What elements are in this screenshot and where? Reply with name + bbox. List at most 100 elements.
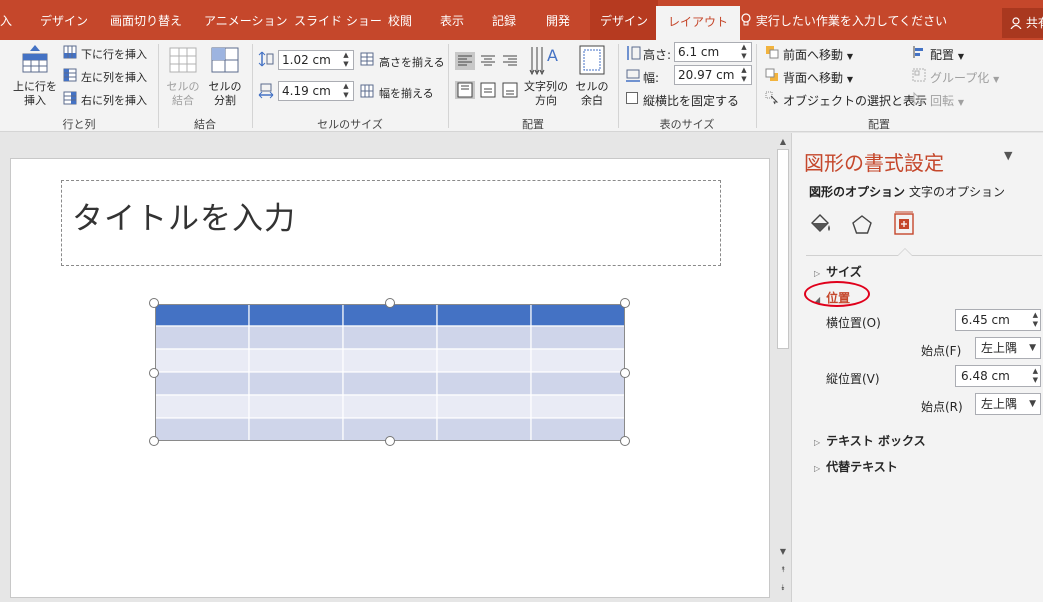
cell-margins-button[interactable]: セルの 余白 [572,80,612,108]
table-cell[interactable] [530,371,625,396]
scroll-up-icon[interactable]: ▲ [775,135,791,149]
align-top-icon[interactable] [455,81,475,102]
text-direction-icon[interactable]: A [528,44,562,79]
table-cell[interactable] [530,394,625,419]
table-height-input[interactable]: 6.1 cm ▲ ▼ [674,42,752,62]
paint-bucket-icon[interactable] [808,213,834,240]
from-select-horizontal[interactable]: 左上隅 ▼ [975,337,1041,359]
table-cell[interactable] [155,325,250,350]
table-cell[interactable] [342,325,438,350]
tab-table-design[interactable]: デザイン [590,0,659,40]
bring-forward-button[interactable]: 前面へ移動 ▼ [783,46,853,63]
insert-above-icon[interactable] [20,44,50,77]
distribute-rows-button[interactable]: 高さを揃える [379,54,445,70]
vertical-position-input[interactable]: 6.48 cm ▲ ▼ [955,365,1041,387]
spin-arrows-icon[interactable]: ▲ ▼ [739,66,749,84]
row-height-input[interactable]: 1.02 cm ▲ ▼ [278,50,354,70]
table-cell[interactable] [436,394,532,419]
tab-view[interactable]: 表示 [440,0,464,40]
tab-developer[interactable]: 開発 [546,0,570,40]
table-header-cell[interactable] [155,304,250,327]
table-cell[interactable] [342,371,438,396]
horizontal-position-input[interactable]: 6.45 cm ▲ ▼ [955,309,1041,331]
title-placeholder[interactable]: タイトルを入力 [61,180,721,266]
scroll-down-icon[interactable]: ▼ [775,545,791,559]
table-header-cell[interactable] [530,304,625,327]
merge-cells-button[interactable]: セルの 結合 [165,80,201,108]
table-cell[interactable] [530,348,625,373]
table-cell[interactable] [155,371,250,396]
tab-transitions[interactable]: 画面切り替え [110,0,182,40]
split-cells-button[interactable]: セルの 分割 [207,80,243,108]
table-cell[interactable] [436,371,532,396]
insert-left-button[interactable]: 左に列を挿入 [81,69,147,85]
size-properties-icon[interactable] [892,211,916,240]
selection-pane-button[interactable]: オブジェクトの選択と表示 [783,92,927,109]
tab-animations[interactable]: アニメーション [204,0,288,40]
resize-handle[interactable] [149,436,159,446]
col-width-input[interactable]: 4.19 cm ▲ ▼ [278,81,354,101]
distribute-cols-button[interactable]: 幅を揃える [379,85,434,101]
resize-handle[interactable] [149,298,159,308]
spin-arrows-icon[interactable]: ▲ ▼ [1033,367,1038,385]
insert-above-button[interactable]: 上に行を 挿入 [13,80,57,108]
prev-slide-icon[interactable]: ⯭ [775,563,791,577]
spin-arrows-icon[interactable]: ▲ ▼ [341,82,351,100]
align-center-icon[interactable] [478,52,498,73]
section-text-box[interactable]: ▷ テキスト ボックス [814,432,926,449]
table-cell[interactable] [342,348,438,373]
tab-text-options[interactable]: 文字のオプション [909,183,1005,200]
table-cell[interactable] [155,348,250,373]
tab-slideshow[interactable]: スライド ショー [294,0,382,40]
slide-table[interactable] [155,304,625,441]
table-cell[interactable] [436,348,532,373]
table-cell[interactable] [342,394,438,419]
tab-record[interactable]: 記録 [492,0,516,40]
table-cell[interactable] [155,394,250,419]
group-button[interactable]: グループ化 ▼ [930,69,999,86]
merge-cells-icon[interactable] [168,46,198,77]
spin-arrows-icon[interactable]: ▲ ▼ [1033,311,1038,329]
table-cell[interactable] [248,371,344,396]
tab-design[interactable]: デザイン [40,0,88,40]
table-cell[interactable] [530,325,625,350]
resize-handle[interactable] [149,368,159,378]
send-backward-button[interactable]: 背面へ移動 ▼ [783,69,853,86]
table-header-cell[interactable] [248,304,344,327]
table-cell[interactable] [436,325,532,350]
tab-shape-options[interactable]: 図形のオプション [809,183,905,200]
section-size[interactable]: ▷ サイズ [814,263,862,280]
table-cell[interactable] [436,417,532,441]
table-cell[interactable] [248,325,344,350]
table-cell[interactable] [530,417,625,441]
insert-right-button[interactable]: 右に列を挿入 [81,92,147,108]
vertical-scrollbar[interactable]: ▲ ▼ ⯭ ⯯ [775,133,791,602]
resize-handle[interactable] [385,298,395,308]
align-bottom-icon[interactable] [500,81,520,102]
share-button[interactable]: 共有 [1002,8,1043,38]
align-right-icon[interactable] [500,52,520,73]
spin-arrows-icon[interactable]: ▲ ▼ [739,43,749,61]
table-cell[interactable] [248,417,344,441]
tab-review[interactable]: 校閲 [388,0,412,40]
table-cell[interactable] [248,394,344,419]
align-objects-button[interactable]: 配置 ▼ [930,46,964,63]
tab-table-layout[interactable]: レイアウト [656,6,741,40]
tell-me-box[interactable]: 実行したい作業を入力してください [740,0,947,40]
table-header-cell[interactable] [436,304,532,327]
pentagon-icon[interactable] [850,213,874,240]
resize-handle[interactable] [620,368,630,378]
resize-handle[interactable] [385,436,395,446]
lock-aspect-checkbox[interactable] [626,92,638,104]
table-cell[interactable] [248,348,344,373]
align-left-icon[interactable] [455,52,475,73]
table-width-input[interactable]: 20.97 cm ▲ ▼ [674,65,752,85]
rotate-button[interactable]: 回転 ▼ [930,92,964,109]
table-cell[interactable] [155,417,250,441]
resize-handle[interactable] [620,298,630,308]
text-direction-button[interactable]: 文字列の 方向 [521,80,571,108]
split-cells-icon[interactable] [210,46,240,77]
resize-handle[interactable] [620,436,630,446]
align-middle-icon[interactable] [478,81,498,102]
section-alt-text[interactable]: ▷ 代替テキスト [814,458,898,475]
